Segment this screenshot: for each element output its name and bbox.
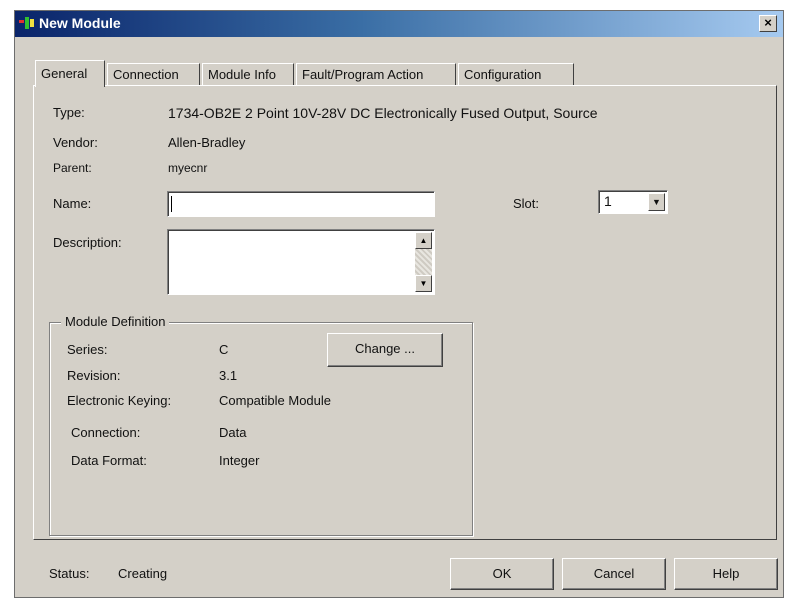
series-value: C [219, 342, 229, 357]
status-label: Status: [49, 566, 90, 581]
parent-value: myecnr [168, 161, 208, 175]
description-textarea[interactable]: ▲ ▼ [167, 229, 435, 295]
ok-button[interactable]: OK [450, 558, 554, 590]
tab-fault-program-action[interactable]: Fault/Program Action [296, 63, 456, 86]
vendor-label: Vendor: [53, 135, 98, 150]
connection-label: Connection: [71, 425, 141, 440]
new-module-dialog: New Module × General Connection Module I… [14, 10, 784, 598]
description-label: Description: [53, 235, 122, 250]
connection-value: Data [219, 425, 247, 440]
electronic-keying-value: Compatible Module [219, 393, 332, 408]
help-button[interactable]: Help [674, 558, 778, 590]
revision-label: Revision: [67, 368, 121, 383]
tab-connection[interactable]: Connection [107, 63, 200, 86]
close-icon[interactable]: × [759, 15, 777, 32]
type-value: 1734-OB2E 2 Point 10V-28V DC Electronica… [168, 105, 598, 121]
slot-value: 1 [604, 193, 612, 209]
type-label: Type: [53, 105, 85, 120]
window-title: New Module [39, 15, 121, 31]
title-bar[interactable]: New Module × [15, 11, 783, 37]
description-scrollbar[interactable]: ▲ ▼ [415, 232, 432, 292]
vendor-value: Allen-Bradley [168, 135, 246, 150]
revision-value: 3.1 [219, 368, 238, 383]
data-format-value: Integer [219, 453, 260, 468]
module-definition-title: Module Definition [61, 314, 170, 329]
tab-module-info[interactable]: Module Info [202, 63, 294, 86]
tab-general[interactable]: General [35, 60, 105, 87]
slot-label: Slot: [513, 196, 540, 211]
status-value: Creating [118, 566, 168, 581]
series-label: Series: [67, 342, 108, 357]
electronic-keying-label: Electronic Keying: [67, 393, 172, 408]
module-icon [19, 17, 34, 29]
scroll-down-arrow-icon[interactable]: ▼ [415, 275, 432, 292]
chevron-down-icon[interactable]: ▼ [648, 193, 665, 211]
change-button[interactable]: Change ... [327, 333, 443, 367]
cancel-button[interactable]: Cancel [562, 558, 666, 590]
slot-select[interactable]: 1 ▼ [598, 190, 668, 214]
tab-configuration[interactable]: Configuration [458, 63, 574, 86]
scroll-up-arrow-icon[interactable]: ▲ [415, 232, 432, 249]
text-caret [171, 196, 172, 212]
data-format-label: Data Format: [71, 453, 147, 468]
name-label: Name: [53, 196, 92, 211]
name-input[interactable] [167, 191, 435, 217]
parent-label: Parent: [53, 161, 92, 175]
